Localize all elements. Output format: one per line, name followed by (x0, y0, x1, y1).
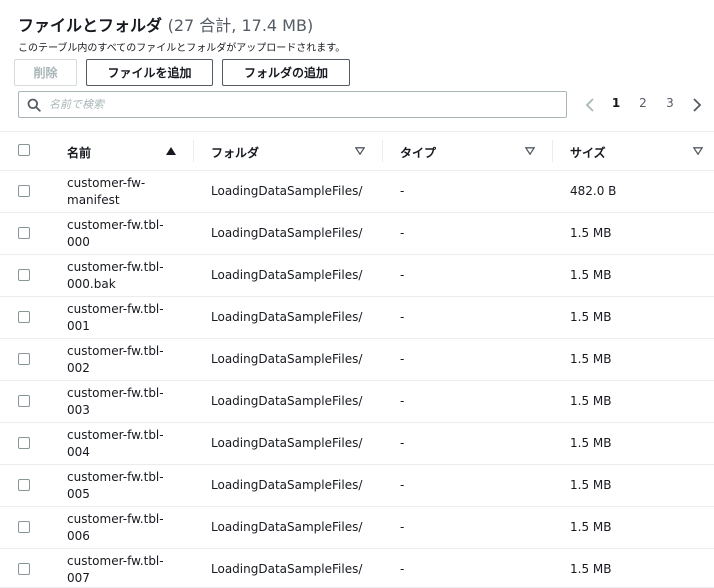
add-folder-button[interactable]: フォルダの追加 (222, 59, 350, 86)
table-row[interactable]: customer-fw.tbl- 005 LoadingDataSampleFil… (0, 465, 714, 507)
row-checkbox[interactable] (18, 227, 30, 239)
add-files-button[interactable]: ファイルを追加 (86, 59, 213, 86)
file-size: 1.5 MB (570, 436, 612, 450)
row-checkbox[interactable] (18, 563, 30, 575)
file-type: - (400, 184, 405, 198)
chevron-right-icon[interactable] (688, 94, 706, 116)
table-row[interactable]: customer-fw.tbl- 000 LoadingDataSampleFil… (0, 213, 714, 255)
file-name: customer-fw.tbl- 000.bak (67, 260, 164, 291)
panel-description: このテーブル内のすべてのファイルとフォルダがアップロードされます。 (18, 43, 346, 54)
file-name: customer-fw.tbl- 005 (67, 470, 164, 501)
file-type: - (400, 394, 405, 408)
file-folder: LoadingDataSampleFiles/ (211, 226, 363, 240)
select-all-checkbox[interactable] (18, 144, 30, 156)
row-checkbox[interactable] (18, 437, 30, 449)
table-header: 名前 フォルダ タイプ サイズ (0, 132, 714, 171)
file-type: - (400, 268, 405, 282)
panel-title: ファイルとフォルダ (27 合計, 17.4 MB) (18, 12, 313, 36)
files-and-folders-panel: ファイルとフォルダ (27 合計, 17.4 MB) このテーブル内のすべてのフ… (0, 0, 714, 588)
search-input[interactable] (49, 92, 566, 117)
file-size: 1.5 MB (570, 478, 612, 492)
file-size: 1.5 MB (570, 352, 612, 366)
file-type: - (400, 478, 405, 492)
file-count-summary: (27 合計, 17.4 MB) (167, 16, 314, 35)
file-type: - (400, 310, 405, 324)
file-name: customer-fw.tbl- 007 (67, 554, 164, 585)
file-name: customer-fw.tbl- 002 (67, 344, 164, 375)
delete-button[interactable]: 削除 (14, 59, 77, 86)
file-folder: LoadingDataSampleFiles/ (211, 478, 363, 492)
table-row[interactable]: customer-fw.tbl- 001 LoadingDataSampleFil… (0, 297, 714, 339)
file-size: 1.5 MB (570, 310, 612, 324)
file-folder: LoadingDataSampleFiles/ (211, 268, 363, 282)
column-header-size[interactable]: サイズ (570, 144, 606, 161)
file-size: 482.0 B (570, 184, 617, 198)
row-checkbox[interactable] (18, 479, 30, 491)
search-box (18, 91, 567, 118)
panel-title-text: ファイルとフォルダ (18, 16, 163, 35)
file-size: 1.5 MB (570, 394, 612, 408)
table-row[interactable]: customer-fw.tbl- 004 LoadingDataSampleFil… (0, 423, 714, 465)
column-header-type[interactable]: タイプ (400, 144, 436, 161)
file-size: 1.5 MB (570, 562, 612, 576)
file-folder: LoadingDataSampleFiles/ (211, 310, 363, 324)
file-size: 1.5 MB (570, 268, 612, 282)
search-icon (19, 92, 49, 117)
page-2[interactable]: 2 (636, 96, 650, 110)
table-row[interactable]: customer-fw.tbl- 000.bak LoadingDataSampl… (0, 255, 714, 297)
page-1[interactable]: 1 (609, 96, 623, 110)
file-size: 1.5 MB (570, 226, 612, 240)
file-folder: LoadingDataSampleFiles/ (211, 352, 363, 366)
table-row[interactable]: customer-fw.tbl- 007 LoadingDataSampleFil… (0, 549, 714, 588)
row-checkbox[interactable] (18, 353, 30, 365)
file-folder: LoadingDataSampleFiles/ (211, 562, 363, 576)
caret-down-outline-icon[interactable] (523, 144, 537, 158)
table-row[interactable]: customer-fw.tbl- 006 LoadingDataSampleFil… (0, 507, 714, 549)
column-separator (552, 140, 553, 162)
file-name: customer-fw.tbl- 006 (67, 512, 164, 543)
page-3[interactable]: 3 (663, 96, 677, 110)
file-size: 1.5 MB (570, 520, 612, 534)
row-checkbox[interactable] (18, 395, 30, 407)
row-checkbox[interactable] (18, 311, 30, 323)
column-separator (382, 140, 383, 162)
column-separator (193, 140, 194, 162)
file-folder: LoadingDataSampleFiles/ (211, 520, 363, 534)
file-type: - (400, 562, 405, 576)
column-header-name[interactable]: 名前 (67, 144, 91, 161)
table-row[interactable]: customer-fw.tbl- 002 LoadingDataSampleFil… (0, 339, 714, 381)
row-checkbox[interactable] (18, 521, 30, 533)
caret-down-outline-icon[interactable] (353, 144, 367, 158)
file-name: customer-fw.tbl- 003 (67, 386, 164, 417)
row-checkbox[interactable] (18, 185, 30, 197)
file-type: - (400, 352, 405, 366)
table-row[interactable]: customer-fw.tbl- 003 LoadingDataSampleFil… (0, 381, 714, 423)
file-name: customer-fw.tbl- 000 (67, 218, 164, 249)
file-name: customer-fw-manifest (67, 176, 146, 207)
caret-down-outline-icon[interactable] (691, 144, 705, 158)
column-header-folder[interactable]: フォルダ (211, 144, 259, 161)
file-folder: LoadingDataSampleFiles/ (211, 436, 363, 450)
file-name: customer-fw.tbl- 001 (67, 302, 164, 333)
file-folder: LoadingDataSampleFiles/ (211, 394, 363, 408)
file-name: customer-fw.tbl- 004 (67, 428, 164, 459)
row-checkbox[interactable] (18, 269, 30, 281)
file-type: - (400, 436, 405, 450)
table-row[interactable]: customer-fw-manifest LoadingDataSampleFi… (0, 171, 714, 213)
file-type: - (400, 226, 405, 240)
chevron-left-icon[interactable] (581, 94, 599, 116)
file-folder: LoadingDataSampleFiles/ (211, 184, 363, 198)
caret-up-icon[interactable] (164, 144, 178, 158)
file-type: - (400, 520, 405, 534)
